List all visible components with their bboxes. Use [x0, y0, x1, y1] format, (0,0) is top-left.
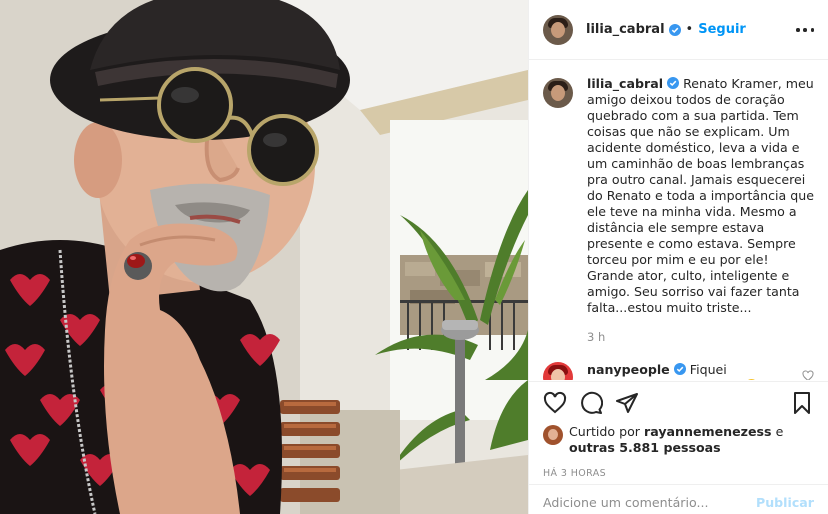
post-timestamp[interactable]: HÁ 3 HORAS — [543, 468, 814, 479]
follow-button[interactable]: Seguir — [698, 22, 746, 37]
comment-bubble-icon[interactable] — [579, 391, 603, 415]
header-separator: • — [685, 22, 694, 37]
likes-summary: Curtido por rayannemenezess e outras 5.8… — [529, 424, 828, 456]
caption-username[interactable]: lilia_cabral — [587, 76, 663, 91]
post-header: lilia_cabral • Seguir — [529, 0, 828, 60]
heart-icon[interactable] — [543, 391, 567, 415]
liker-username[interactable]: rayannemenezess — [644, 424, 772, 439]
photo-illustration — [0, 0, 528, 514]
bookmark-icon[interactable] — [790, 391, 814, 415]
comments-section: lilia_cabral Renato Kramer, meu amigo de… — [529, 60, 828, 380]
avatar[interactable] — [543, 78, 573, 108]
liker-avatar[interactable] — [543, 425, 563, 445]
actions-area: Curtido por rayannemenezess e outras 5.8… — [529, 381, 828, 479]
avatar[interactable] — [543, 362, 573, 380]
likes-conjunction: e — [775, 424, 784, 439]
header-username[interactable]: lilia_cabral — [586, 22, 665, 37]
caption-text: Renato Kramer, meu amigo deixou todos de… — [587, 76, 814, 315]
post-side-panel: lilia_cabral • Seguir lilia_cabral Renat… — [528, 0, 828, 514]
action-bar — [529, 382, 828, 424]
ellipsis-icon[interactable] — [796, 21, 814, 39]
comment-username[interactable]: nanypeople — [587, 362, 670, 377]
comment-item: nanypeople Fiquei estarrecida...fatalida… — [543, 362, 814, 380]
comment-like-heart-icon[interactable] — [802, 370, 814, 380]
avatar[interactable] — [543, 14, 573, 45]
likes-count[interactable]: outras 5.881 pessoas — [569, 440, 721, 455]
caption: lilia_cabral Renato Kramer, meu amigo de… — [543, 76, 814, 316]
verified-badge-icon — [668, 23, 681, 36]
comment-input[interactable]: Adicione um comentário... — [543, 495, 756, 510]
verified-badge-icon — [667, 77, 680, 89]
instagram-post: lilia_cabral • Seguir lilia_cabral Renat… — [0, 0, 828, 514]
paper-plane-icon[interactable] — [615, 391, 639, 415]
sad-face-emoji-icon — [744, 379, 758, 380]
verified-badge-icon — [673, 363, 686, 375]
caption-time[interactable]: 3 h — [587, 330, 814, 344]
add-comment-bar: Adicione um comentário... Publicar — [529, 484, 828, 514]
publish-button[interactable]: Publicar — [756, 495, 814, 510]
post-photo[interactable] — [0, 0, 528, 514]
likes-prefix: Curtido por — [569, 424, 640, 439]
